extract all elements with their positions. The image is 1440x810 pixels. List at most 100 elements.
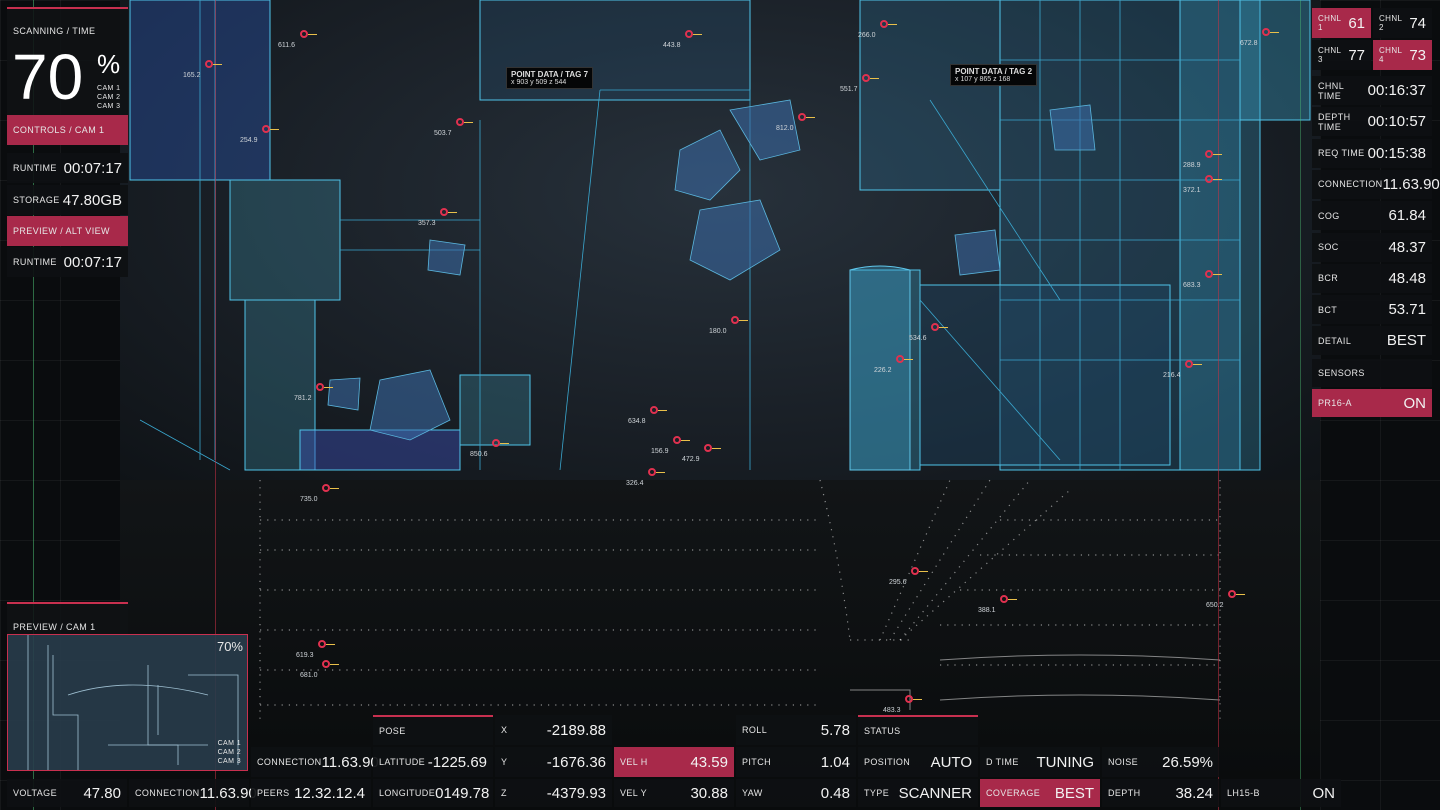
roll-label: ROLL [742,725,768,735]
point-marker[interactable] [862,74,879,82]
guide-line-red-right [1218,0,1219,810]
point-marker[interactable] [318,640,335,648]
metric-row-detail: DETAIL BEST [1312,326,1432,356]
tag-coords: x 107 y 865 z 168 [955,76,1011,83]
channel-2-button[interactable]: CHNL 2 74 [1373,8,1432,38]
latitude-cell: LATITUDE -1225.69 [373,747,493,777]
yaw-value: 0.48 [820,784,850,802]
point-marker[interactable] [1000,595,1017,603]
noise-label: NOISE [1108,757,1139,767]
pitch-cell: PITCH 1.04 [736,747,856,777]
point-marker[interactable] [704,444,721,452]
yaw-label: YAW [742,788,763,798]
velh-cell[interactable]: VEL H 43.59 [614,747,734,777]
preview-alt-view-button[interactable]: PREVIEW / ALT VIEW [7,216,128,246]
point-marker-label: 619.3 [296,652,314,659]
point-marker[interactable] [905,695,922,703]
point-marker[interactable] [673,436,690,444]
point-marker[interactable] [440,208,457,216]
metric-value: 48.48 [1388,269,1426,287]
point-marker[interactable] [1205,150,1222,158]
metric-row-soc: SOC 48.37 [1312,232,1432,262]
runtime-label: RUNTIME [13,163,57,173]
point-marker[interactable] [931,323,948,331]
connection2-cell: CONNECTION 11.63.90 [251,747,379,777]
channel-4-button[interactable]: CHNL 4 73 [1373,40,1432,70]
preview-cam-title: PREVIEW / CAM 1 [13,622,96,632]
metric-row-connection: CONNECTION 11.63.90 [1312,169,1440,199]
point-marker[interactable] [1205,270,1222,278]
point-marker[interactable] [322,484,339,492]
scan-percent: 70 [12,41,84,113]
point-marker-label: 156.9 [651,448,669,455]
point-marker[interactable] [648,468,665,476]
point-marker[interactable] [456,118,473,126]
metric-value: 00:16:37 [1367,82,1426,99]
point-marker[interactable] [880,20,897,28]
tag-coords: x 903 y 509 z 544 [511,79,567,86]
preview-wireframe [27,635,239,770]
metric-row-cog: COG 61.84 [1312,201,1432,231]
point-marker[interactable] [322,660,339,668]
channel-3-button[interactable]: CHNL 3 77 [1312,40,1371,70]
cam-label: CAM 2 [97,94,121,101]
point-marker[interactable] [911,567,928,575]
sensor-toggle[interactable]: PR16-A ON [1312,389,1432,417]
point-marker-label: 226.2 [874,367,892,374]
point-marker[interactable] [798,113,815,121]
point-marker[interactable] [262,125,279,133]
sensors-title: SENSORS [1318,368,1365,378]
point-marker-label: 672.8 [1240,40,1258,47]
longitude-label: LONGITUDE [379,788,436,798]
noise-value: 26.59% [1162,753,1213,771]
point-marker-label: 266.0 [858,32,876,39]
channel-label: CHNL 1 [1318,14,1342,32]
point-data-tag[interactable]: POINT DATA / TAG 2 x 107 y 865 z 168 [950,64,1038,86]
preview-cam-header: PREVIEW / CAM 1 [7,602,128,636]
roll-value: 5.78 [820,721,850,739]
point-marker-label: 165.2 [183,72,201,79]
channel-label: CHNL 2 [1379,14,1403,32]
point-marker[interactable] [492,439,509,447]
preview-cam-thumbnail[interactable]: 70% CAM 1 CAM 2 CAM 3 [7,634,248,771]
point-marker[interactable] [731,316,748,324]
point-marker-label: 288.9 [1183,162,1201,169]
point-marker[interactable] [300,30,317,38]
guide-line-green-right [1300,0,1301,810]
connection2-label: CONNECTION [257,757,322,767]
metric-label: COG [1318,210,1340,221]
point-data-tag[interactable]: POINT DATA / TAG 7 x 903 y 509 z 544 [506,67,594,89]
dtime-cell: D TIME TUNING [980,747,1100,777]
point-marker-label: 326.4 [626,480,644,487]
vely-cell: VEL Y 30.88 [614,779,734,807]
latitude-label: LATITUDE [379,757,426,767]
channel-value: 61 [1348,14,1365,32]
scan-time-panel: SCANNING / TIME 70 % CAM 1 CAM 2 CAM 3 [7,7,128,117]
y-value: -1676.36 [546,753,606,771]
point-marker-label: 254.9 [240,137,258,144]
point-marker[interactable] [1228,590,1245,598]
metric-value: 00:15:38 [1367,144,1426,162]
point-marker[interactable] [1262,28,1279,36]
cam-list: CAM 1 CAM 2 CAM 3 [97,84,120,111]
point-marker[interactable] [316,383,333,391]
channel-1-button[interactable]: CHNL 1 61 [1312,8,1371,38]
preview-cam-list: CAM 1 CAM 2 CAM 3 [218,739,241,766]
point-marker-label: 850.6 [470,451,488,458]
noise-cell: NOISE 26.59% [1102,747,1219,777]
metric-label: SOC [1318,242,1339,252]
storage-row: STORAGE 47.80GB [7,185,128,215]
cam-label: CAM 1 [97,85,121,92]
connection2-value: 11.63.90 [321,753,379,771]
point-marker-label: 357.3 [418,220,436,227]
controls-cam-button[interactable]: CONTROLS / CAM 1 [7,115,128,145]
coverage-cell[interactable]: COVERAGE BEST [980,779,1100,807]
point-marker[interactable] [685,30,702,38]
point-marker[interactable] [1205,175,1222,183]
point-marker[interactable] [205,60,222,68]
point-marker-label: 735.0 [300,496,318,503]
lh15b-toggle[interactable]: LH15-B ON [1221,779,1341,807]
point-marker[interactable] [1185,360,1202,368]
point-marker[interactable] [650,406,667,414]
point-marker[interactable] [896,355,913,363]
